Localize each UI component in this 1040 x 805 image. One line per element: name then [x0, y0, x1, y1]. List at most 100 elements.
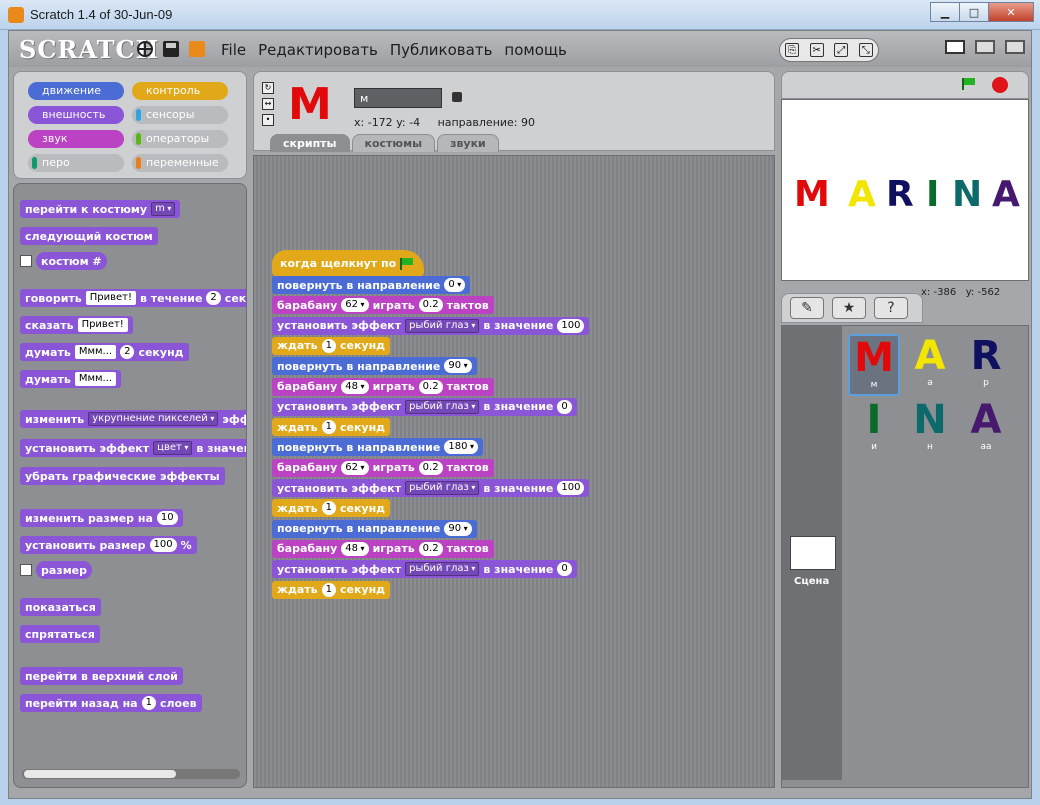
- sprite-thumb[interactable]: Nн: [904, 398, 956, 460]
- reporter-costume-num[interactable]: костюм #: [36, 252, 107, 270]
- sprite-thumb[interactable]: Iи: [848, 398, 900, 460]
- effect-dropdown[interactable]: цвет: [153, 441, 193, 455]
- block-point-in-direction[interactable]: повернуть в направление 90: [272, 357, 477, 376]
- drum-input[interactable]: 62: [341, 460, 369, 475]
- direction-input[interactable]: 0: [444, 278, 466, 292]
- block-hide[interactable]: спрятаться: [20, 625, 100, 643]
- category-control[interactable]: контроль: [132, 82, 228, 100]
- block-show[interactable]: показаться: [20, 598, 101, 616]
- say-text-input[interactable]: Привет!: [77, 318, 128, 332]
- no-rotate-icon[interactable]: •: [262, 114, 274, 126]
- menu-file[interactable]: File: [221, 41, 246, 59]
- category-variables[interactable]: переменные: [132, 154, 228, 172]
- block-switch-costume[interactable]: перейти к костюму m: [20, 200, 181, 218]
- block-change-effect[interactable]: изменить укрупнение пикселей эфф: [20, 410, 246, 428]
- menu-help[interactable]: помощь: [504, 41, 566, 59]
- costume-dropdown[interactable]: m: [151, 202, 176, 216]
- block-wait[interactable]: ждать 1 секунд: [272, 499, 391, 518]
- wait-seconds-input[interactable]: 1: [321, 582, 336, 597]
- block-think-for[interactable]: думать Ммм... 2 секунд: [20, 343, 189, 361]
- presentation-mode-icon[interactable]: [1005, 40, 1025, 54]
- block-point-in-direction[interactable]: повернуть в направление 90: [272, 519, 477, 538]
- random-sprite-icon[interactable]: ?: [874, 297, 908, 319]
- menu-edit[interactable]: Редактировать: [258, 41, 378, 59]
- small-stage-icon[interactable]: [975, 40, 995, 54]
- sprite-thumb[interactable]: Mм: [848, 334, 900, 396]
- menu-share[interactable]: Публиковать: [390, 41, 493, 59]
- tab-scripts[interactable]: скрипты: [270, 134, 350, 152]
- duplicate-stamp-icon[interactable]: ⎘: [785, 43, 800, 57]
- block-point-in-direction[interactable]: повернуть в направление 180: [272, 438, 483, 457]
- palette-scroll-thumb[interactable]: [24, 770, 176, 778]
- block-set-effect[interactable]: установить эффектрыбий глазв значение0: [272, 560, 577, 579]
- think-text-input[interactable]: Ммм...: [74, 345, 117, 359]
- block-wait[interactable]: ждать 1 секунд: [272, 418, 391, 437]
- seconds-input[interactable]: 2: [120, 345, 135, 359]
- paint-new-sprite-icon[interactable]: ✎: [790, 297, 824, 319]
- scripts-area[interactable]: когда щелкнут по повернуть в направление…: [253, 155, 775, 788]
- block-play-drum[interactable]: барабану62играть0.2тактов: [272, 296, 494, 315]
- effect-value-input[interactable]: 0: [557, 562, 572, 577]
- grow-icon[interactable]: ⤢: [834, 43, 849, 57]
- hat-block-when-flag-clicked[interactable]: когда щелкнут по: [272, 250, 424, 276]
- effect-value-input[interactable]: 100: [557, 318, 585, 333]
- category-operators[interactable]: операторы: [132, 130, 228, 148]
- costume-num-checkbox[interactable]: [20, 255, 32, 267]
- reporter-size[interactable]: размер: [36, 561, 93, 579]
- direction-input[interactable]: 90: [444, 359, 472, 374]
- size-input[interactable]: 100: [149, 538, 177, 552]
- lock-icon[interactable]: [452, 92, 462, 102]
- block-set-effect[interactable]: установить эффектрыбий глазв значение100: [272, 316, 590, 335]
- beats-input[interactable]: 0.2: [418, 460, 443, 475]
- block-go-back-layers[interactable]: перейти назад на 1 слоев: [20, 694, 202, 712]
- wait-seconds-input[interactable]: 1: [321, 501, 336, 516]
- block-play-drum[interactable]: барабану48играть0.2тактов: [272, 377, 494, 396]
- close-button[interactable]: ✕: [988, 2, 1034, 22]
- block-set-effect[interactable]: установить эффект цвет в значени: [20, 439, 246, 457]
- stage-thumbnail[interactable]: [790, 536, 836, 570]
- stop-icon[interactable]: [992, 77, 1008, 93]
- tab-costumes[interactable]: костюмы: [351, 134, 436, 152]
- effect-value-input[interactable]: 100: [557, 481, 585, 495]
- sprite-thumb[interactable]: Aаа: [960, 398, 1012, 460]
- beats-input[interactable]: 0.2: [418, 379, 443, 394]
- category-looks[interactable]: внешность: [28, 106, 124, 124]
- sprite-thumb[interactable]: Rр: [960, 334, 1012, 396]
- block-set-effect[interactable]: установить эффектрыбий глазв значение0: [272, 397, 577, 416]
- block-go-to-front[interactable]: перейти в верхний слой: [20, 667, 183, 685]
- wait-seconds-input[interactable]: 1: [321, 420, 336, 435]
- block-say-for[interactable]: говорить Привет! в течение 2 секунд: [20, 289, 246, 307]
- size-checkbox[interactable]: [20, 564, 32, 576]
- direction-input[interactable]: 90: [444, 521, 472, 536]
- wait-seconds-input[interactable]: 1: [321, 338, 336, 353]
- block-change-size[interactable]: изменить размер на 10: [20, 509, 183, 527]
- effect-dropdown[interactable]: рыбий глаз: [405, 562, 480, 577]
- seconds-input[interactable]: 2: [206, 291, 221, 305]
- sprite-name-field[interactable]: м: [354, 88, 442, 108]
- tab-sounds[interactable]: звуки: [437, 134, 499, 152]
- drum-input[interactable]: 48: [341, 541, 369, 556]
- block-say[interactable]: сказать Привет!: [20, 316, 133, 334]
- rotate-all-icon[interactable]: ↻: [262, 82, 274, 94]
- drum-input[interactable]: 62: [341, 298, 369, 313]
- category-sensing[interactable]: сенсоры: [132, 106, 228, 124]
- drum-input[interactable]: 48: [341, 379, 369, 394]
- minimize-button[interactable]: ▁: [930, 2, 960, 22]
- category-motion[interactable]: движение: [28, 82, 124, 100]
- green-flag-icon[interactable]: [962, 78, 976, 90]
- palette-scrollbar[interactable]: [22, 769, 240, 779]
- beats-input[interactable]: 0.2: [418, 298, 443, 313]
- effect-dropdown[interactable]: рыбий глаз: [405, 318, 480, 333]
- block-clear-effects[interactable]: убрать графические эффекты: [20, 467, 225, 485]
- block-point-in-direction[interactable]: повернуть в направление 0: [272, 276, 471, 294]
- effect-dropdown[interactable]: укрупнение пикселей: [88, 412, 219, 426]
- block-play-drum[interactable]: барабану48играть0.2тактов: [272, 539, 494, 558]
- normal-view-icon[interactable]: [945, 40, 965, 54]
- size-input[interactable]: 10: [156, 511, 178, 525]
- sprite-thumb[interactable]: Aа: [904, 334, 956, 396]
- block-set-size[interactable]: установить размер 100 %: [20, 536, 197, 554]
- category-sound[interactable]: звук: [28, 130, 124, 148]
- beats-input[interactable]: 0.2: [418, 541, 443, 556]
- effect-dropdown[interactable]: рыбий глаз: [405, 399, 480, 414]
- think-text-input[interactable]: Ммм...: [74, 372, 117, 386]
